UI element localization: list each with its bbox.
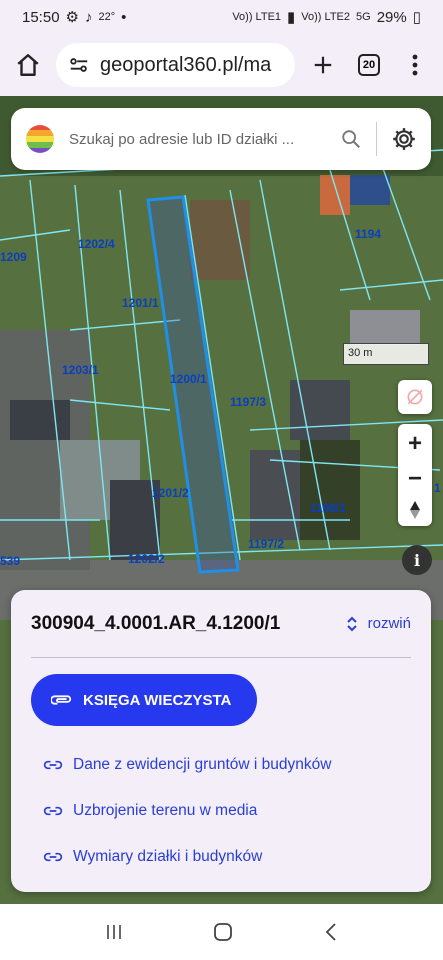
search-box[interactable]: Szukaj po adresie lub ID działki ... <box>11 108 431 170</box>
land-register-button[interactable]: KSIĘGA WIECZYSTA <box>31 674 257 726</box>
expand-label: rozwiń <box>367 615 411 632</box>
link-icon <box>43 806 63 816</box>
battery-percent: 29% <box>376 8 407 26</box>
link-icon <box>43 760 63 770</box>
expand-button[interactable]: rozwiń <box>346 615 411 633</box>
link-icon <box>43 852 63 862</box>
temperature: 22° <box>98 11 116 23</box>
parcel-panel: 300904_4.0001.AR_4.1200/1 rozwiń KSIĘGA … <box>11 590 431 892</box>
status-bar: 15:50 ⚙ ♪ 22° • Vo)) LTE1 ▮ Vo)) LTE2 5G… <box>0 0 443 34</box>
signal-lte2: Vo)) LTE2 <box>301 11 351 23</box>
tab-switcher-button[interactable]: 20 <box>351 47 387 83</box>
site-settings-icon[interactable] <box>68 54 90 76</box>
attachment-icon <box>51 695 72 705</box>
link-label: Uzbrojenie terenu w media <box>73 802 258 819</box>
link-land-records[interactable]: Dane z ewidencji gruntów i budynków <box>31 742 411 788</box>
new-tab-button[interactable] <box>305 47 341 83</box>
clock: 15:50 <box>22 8 60 26</box>
dot-icon: • <box>121 8 127 26</box>
parcel-label: 1200/1 <box>170 372 207 386</box>
land-register-label: KSIĘGA WIECZYSTA <box>83 691 232 709</box>
location-button[interactable] <box>398 380 432 414</box>
plus-icon <box>314 56 332 74</box>
compass-icon[interactable] <box>407 500 423 520</box>
zoom-in-button[interactable]: + <box>408 430 422 458</box>
parcel-label: 1194 <box>355 227 381 241</box>
parcel-label: 1202/2 <box>128 552 165 566</box>
parcel-label: 1203/1 <box>62 363 99 377</box>
tab-count: 20 <box>358 54 380 76</box>
link-label: Dane z ewidencji gruntów i budynków <box>73 756 332 773</box>
home-icon <box>17 54 39 76</box>
parcel-label: 539 <box>0 554 20 568</box>
address-bar[interactable]: geoportal360.pl/ma <box>56 43 295 87</box>
tiktok-icon: ♪ <box>85 8 93 26</box>
browser-menu-button[interactable] <box>397 47 433 83</box>
link-dimensions[interactable]: Wymiary działki i budynków <box>31 834 411 880</box>
url-text: geoportal360.pl/ma <box>100 53 272 76</box>
home-nav-icon[interactable] <box>213 922 233 942</box>
parcel-label: 1201/1 <box>122 296 159 310</box>
settings-gear-icon[interactable] <box>391 126 417 152</box>
map-scale: 30 m <box>343 343 429 365</box>
logo-icon <box>26 125 54 153</box>
network-5g: 5G <box>356 11 371 23</box>
home-button[interactable] <box>10 47 46 83</box>
more-vert-icon <box>412 54 418 76</box>
system-nav-bar <box>0 904 443 960</box>
recent-apps-icon[interactable] <box>105 923 123 941</box>
location-off-icon <box>407 389 423 405</box>
parcel-label: 1202/4 <box>78 237 115 251</box>
battery-icon: ▯ <box>412 9 421 26</box>
zoom-out-button[interactable]: − <box>408 465 422 493</box>
parcel-label: 1 <box>434 481 441 495</box>
parcel-label: 1201/2 <box>152 486 189 500</box>
parcel-label: 1197/2 <box>248 537 284 551</box>
browser-toolbar: geoportal360.pl/ma 20 <box>0 34 443 96</box>
parcel-label: 1209 <box>0 250 27 264</box>
signal-lte1: Vo)) LTE1 <box>232 11 282 23</box>
search-icon[interactable] <box>340 128 362 150</box>
link-utilities[interactable]: Uzbrojenie terenu w media <box>31 788 411 834</box>
parcel-label: 1197/3 <box>230 395 266 409</box>
info-button[interactable]: i <box>402 545 432 575</box>
link-label: Wymiary działki i budynków <box>73 848 263 865</box>
signal-icon: ▮ <box>287 9 296 26</box>
parcel-id: 300904_4.0001.AR_4.1200/1 <box>31 612 281 634</box>
zoom-controls: + − <box>398 424 432 526</box>
back-icon[interactable] <box>324 922 338 942</box>
settings-gear-icon: ⚙ <box>65 9 79 26</box>
search-divider <box>376 122 377 156</box>
unfold-icon <box>346 616 357 631</box>
panel-header: 300904_4.0001.AR_4.1200/1 rozwiń <box>31 590 411 658</box>
parcel-label: 1196/1 <box>310 501 346 515</box>
search-input[interactable]: Szukaj po adresie lub ID działki ... <box>69 131 326 148</box>
